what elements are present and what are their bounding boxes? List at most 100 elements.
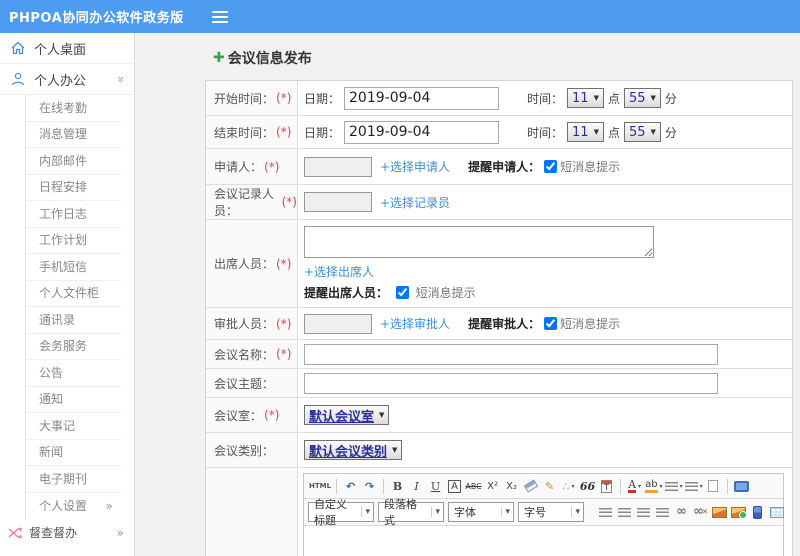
sidebar-item-personal-cabinet[interactable]: 个人文件柜	[26, 281, 121, 307]
applicant-input[interactable]	[304, 156, 372, 177]
approver-sms-checkbox[interactable]	[544, 317, 558, 330]
paragraph-format-dropdown[interactable]: 段落格式	[378, 498, 444, 527]
spray-paint-button[interactable]: ∴ ▾	[560, 477, 577, 495]
format-brush-icon[interactable]: ✎	[541, 477, 558, 495]
subscript-button[interactable]: X₂	[503, 477, 520, 495]
sms-label: 短消息提示	[560, 317, 621, 331]
sidebar-item-e-journal[interactable]: 电子期刊	[26, 466, 121, 493]
pick-applicant-link[interactable]: +选择申请人	[380, 158, 450, 175]
superscript-button[interactable]: X²	[484, 477, 501, 495]
required-mark: (*)	[281, 195, 297, 209]
sub-item-label: 公告	[39, 365, 64, 380]
strikethrough-button[interactable]: ABC	[465, 477, 482, 495]
ordered-list-button[interactable]: ▾	[664, 477, 683, 495]
meeting-form: 开始时间：(*) 日期： 时间： 11▼ 点 55▼ 分 结束时间：(*)	[205, 80, 793, 556]
eraser-icon	[523, 479, 538, 493]
sidebar-item-online-attendance[interactable]: 在线考勤	[26, 95, 121, 122]
row-approver: 审批人员： (*) +选择审批人 提醒审批人： 短消息提示	[206, 308, 792, 340]
sidebar-item-memorabilia[interactable]: 大事记	[26, 413, 121, 440]
field-label: 开始时间：	[214, 91, 275, 106]
sidebar-item-work-log[interactable]: 工作日志	[26, 201, 121, 228]
bold-button[interactable]: B	[389, 477, 406, 495]
applicant-sms-checkbox[interactable]	[544, 160, 558, 173]
sub-item-label: 大事记	[39, 418, 76, 433]
custom-title-dropdown[interactable]: 自定义标题	[308, 498, 374, 527]
highlight-color-button[interactable]: ab ▾	[645, 477, 663, 495]
sidebar-item-internal-mail[interactable]: 内部邮件	[26, 148, 121, 175]
sub-item-label: 工作计划	[39, 233, 88, 247]
caret-down-icon: ▼	[650, 94, 656, 102]
sidebar-item-personal-settings[interactable]: 个人设置 »	[26, 493, 121, 520]
pick-recorder-link[interactable]: +选择记录员	[380, 194, 450, 211]
sidebar-item-meeting-service[interactable]: 会务服务	[26, 334, 121, 360]
row-recorder: 会议记录人员： (*) +选择记录员	[206, 185, 792, 220]
insert-media-icon	[753, 505, 762, 519]
caret-down-icon: ▾	[638, 482, 642, 490]
hamburger-menu-icon[interactable]	[211, 10, 228, 23]
sidebar-item-news[interactable]: 新闻	[26, 440, 121, 466]
field-label: 出席人员：	[214, 257, 275, 271]
align-left-icon	[599, 507, 612, 517]
redo-icon[interactable]: ↷	[361, 477, 378, 495]
sidebar-item-office[interactable]: 个人办公 »	[0, 64, 134, 95]
pick-attendees-link[interactable]: +选择出席人	[304, 265, 374, 279]
pick-approver-link[interactable]: +选择审批人	[380, 315, 450, 332]
meeting-subject-input[interactable]	[304, 372, 718, 394]
sub-item-label: 手机短信	[39, 259, 88, 274]
hour-unit: 点	[607, 125, 620, 140]
field-label: 会议室：	[214, 408, 263, 423]
meeting-name-input[interactable]	[304, 343, 718, 365]
insert-link-icon[interactable]: ∞	[673, 503, 690, 521]
sidebar-item-message-management[interactable]: 消息管理	[26, 122, 121, 148]
row-meeting-name: 会议名称： (*)	[206, 340, 792, 369]
unordered-list-button[interactable]: ▾	[684, 477, 703, 495]
remind-applicant-label: 提醒申请人：	[468, 160, 541, 174]
required-mark: (*)	[276, 125, 292, 139]
start-date-input[interactable]	[344, 86, 500, 110]
meeting-room-select[interactable]: 默认会议室 ▼	[304, 405, 390, 425]
sidebar-item-supervision[interactable]: 督查督办 »	[0, 519, 134, 546]
required-mark: (*)	[276, 256, 292, 271]
sidebar-item-desktop[interactable]: 个人桌面	[0, 33, 134, 64]
font-color-button[interactable]: A ▾	[626, 477, 643, 495]
underline-button[interactable]: U	[427, 477, 444, 495]
row-meeting-room: 会议室： (*) 默认会议室 ▼	[206, 398, 792, 433]
time-label: 时间：	[527, 125, 564, 140]
sub-item-label: 个人设置	[39, 498, 88, 513]
attendees-sms-checkbox[interactable]	[395, 286, 409, 299]
sms-label: 短消息提示	[560, 160, 621, 174]
font-family-dropdown[interactable]: 字体	[448, 502, 514, 522]
approver-input[interactable]	[304, 313, 372, 334]
row-applicant: 申请人： (*) +选择申请人 提醒申请人： 短消息提示	[206, 149, 792, 185]
sidebar-item-work-plan[interactable]: 工作计划	[26, 228, 121, 254]
end-date-input[interactable]	[344, 120, 500, 144]
end-minute-select[interactable]: 55 ▼	[623, 122, 661, 142]
italic-button[interactable]: I	[408, 477, 425, 495]
remove-link-button[interactable]: ∞ ✕	[692, 503, 709, 521]
attendees-textarea[interactable]	[304, 226, 654, 258]
recorder-input[interactable]	[304, 192, 372, 212]
meeting-category-select[interactable]: 默认会议类别 ▼	[304, 440, 403, 460]
sidebar-item-sms[interactable]: 手机短信	[26, 254, 121, 281]
editor-content-area[interactable]	[304, 526, 783, 556]
date-label: 日期：	[304, 125, 341, 140]
start-minute-select[interactable]: 55 ▼	[623, 88, 661, 108]
field-label: 会议主题：	[214, 376, 275, 391]
sidebar-item-contacts[interactable]: 通讯录	[26, 307, 121, 334]
html-source-button[interactable]: HTML	[309, 477, 331, 495]
sidebar-item-announcement[interactable]: 公告	[26, 360, 121, 387]
sidebar-item-schedule[interactable]: 日程安排	[26, 175, 121, 201]
unordered-list-icon	[684, 481, 698, 491]
rich-text-editor: HTML ↶ ↷ B I U A ABC X² X₂ ✎ ∴ ▾ 66 T A …	[303, 473, 784, 556]
font-box-button[interactable]: A	[448, 479, 461, 493]
sms-label: 短消息提示	[415, 286, 476, 300]
end-hour-select[interactable]: 11 ▼	[567, 122, 604, 142]
row-editor: HTML ↶ ↷ B I U A ABC X² X₂ ✎ ∴ ▾ 66 T A …	[206, 468, 792, 556]
undo-icon[interactable]: ↶	[342, 477, 359, 495]
sidebar-item-notice[interactable]: 通知	[26, 387, 121, 413]
row-meeting-category: 会议类别： 默认会议类别 ▼	[206, 433, 792, 468]
blockquote-button[interactable]: 66	[579, 477, 596, 495]
shuffle-icon	[8, 526, 22, 539]
font-size-dropdown[interactable]: 字号	[518, 502, 584, 522]
start-hour-select[interactable]: 11 ▼	[567, 88, 604, 108]
